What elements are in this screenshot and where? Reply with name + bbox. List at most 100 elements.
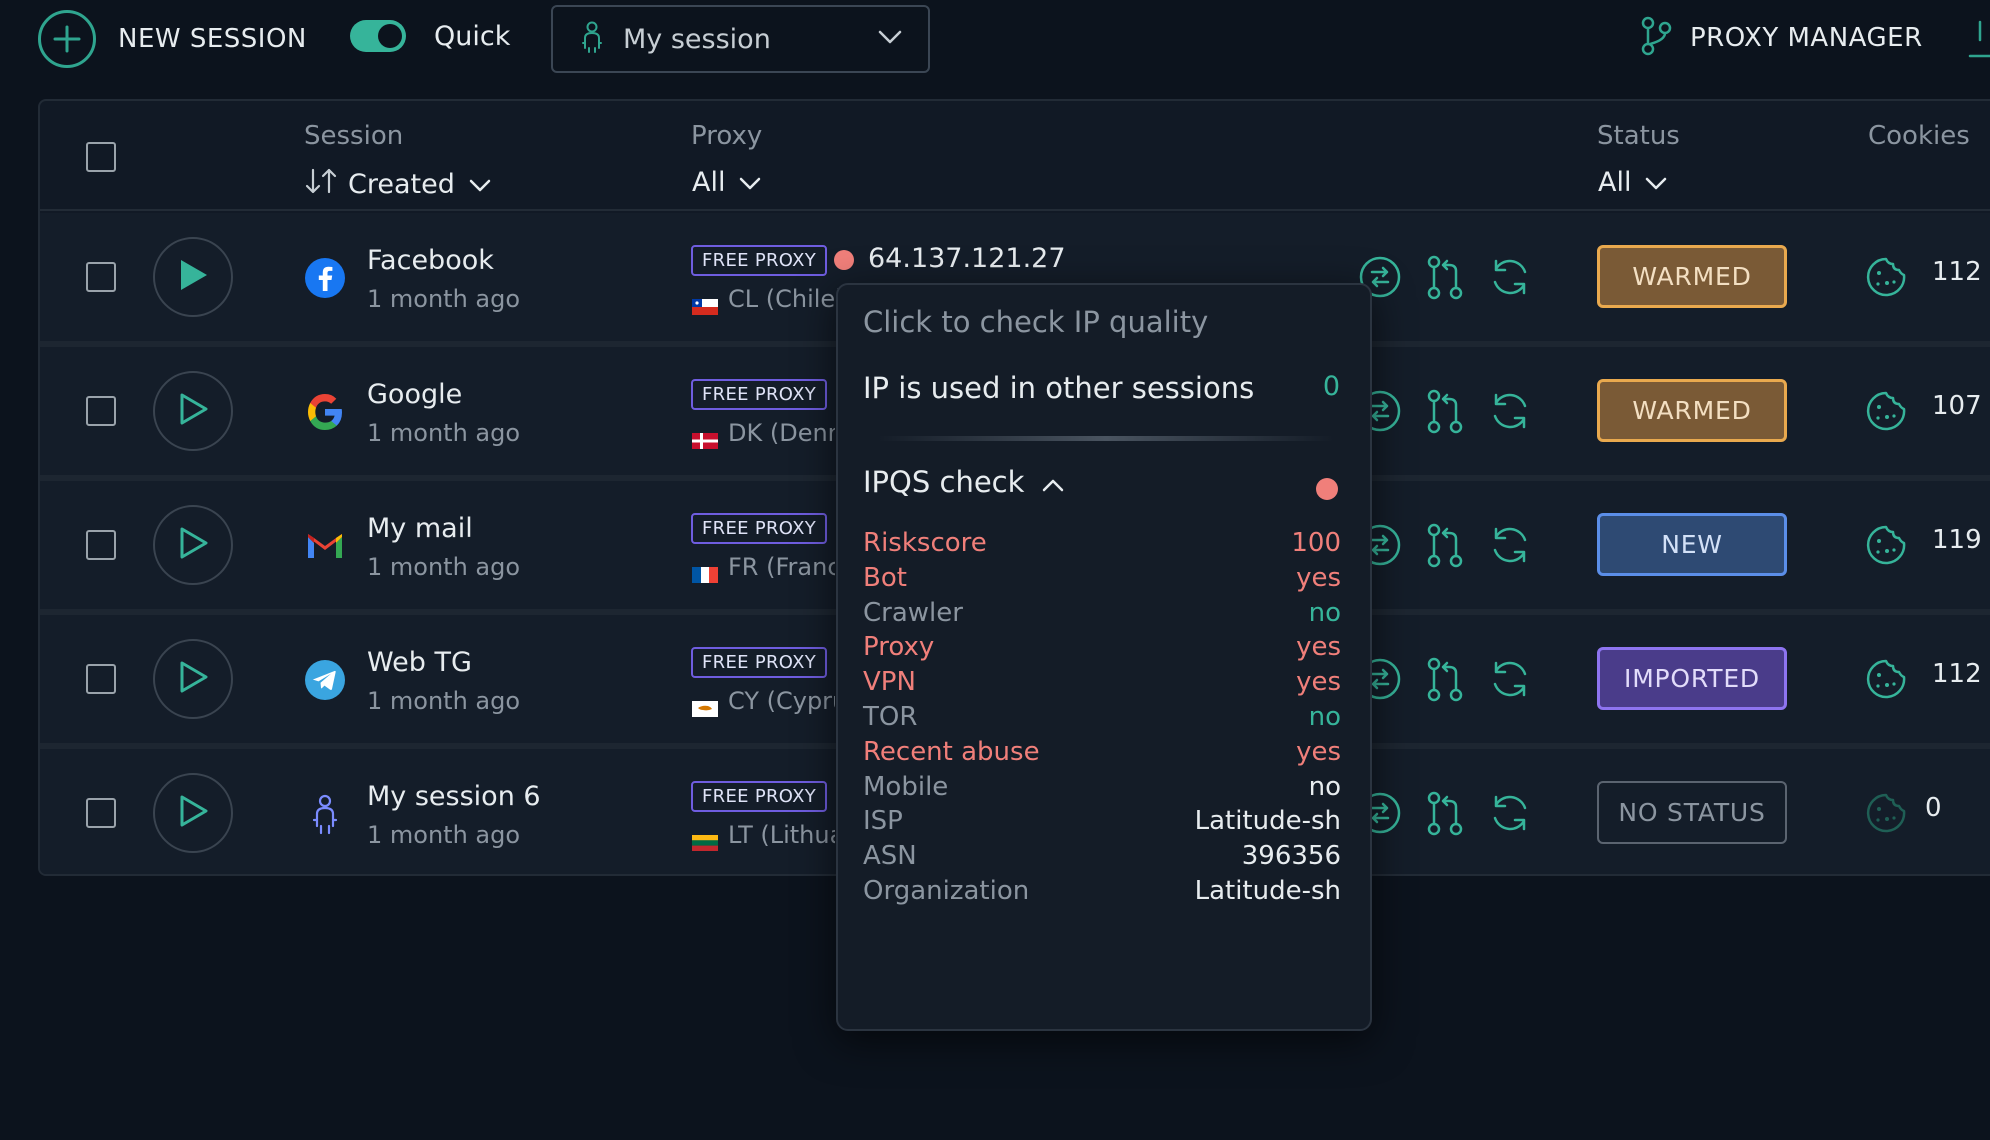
proxy-country-clip: LT (Lithuania) bbox=[680, 809, 835, 859]
sort-icon bbox=[304, 167, 338, 202]
ipqs-key: Bot bbox=[863, 562, 907, 593]
ipqs-label: IPQS check bbox=[863, 465, 1025, 499]
status-filter-dropdown[interactable]: All bbox=[1598, 167, 1667, 198]
session-name[interactable]: Web TG bbox=[367, 647, 472, 678]
play-button[interactable] bbox=[153, 639, 233, 719]
header-session: Session bbox=[304, 121, 404, 151]
refresh-icon[interactable] bbox=[1486, 655, 1534, 703]
refresh-icon[interactable] bbox=[1486, 521, 1534, 569]
ipqs-value: yes bbox=[1296, 667, 1341, 698]
ip-status-dot[interactable] bbox=[834, 250, 854, 270]
check-ip-quality-link[interactable]: Click to check IP quality bbox=[863, 305, 1208, 339]
ipqs-value: yes bbox=[1296, 562, 1341, 593]
cookie-icon[interactable] bbox=[1865, 256, 1907, 298]
proxy-manager-button[interactable]: PROXY MANAGER bbox=[1640, 16, 1923, 60]
session-time: 1 month ago bbox=[367, 285, 521, 313]
ipqs-key: VPN bbox=[863, 667, 916, 698]
select-all-checkbox[interactable] bbox=[86, 142, 116, 172]
header-cookies: Cookies bbox=[1868, 121, 1970, 151]
proxy-ip[interactable]: 64.137.121.27 bbox=[868, 243, 1066, 274]
session-select-value: My session bbox=[623, 23, 771, 55]
person-icon bbox=[581, 21, 603, 57]
ipqs-value: no bbox=[1308, 597, 1341, 628]
proxy-country: LT (Lithuania) bbox=[728, 821, 835, 849]
proxy-filter-dropdown[interactable]: All bbox=[692, 167, 761, 198]
play-button[interactable] bbox=[153, 237, 233, 317]
ipqs-value: 100 bbox=[1291, 528, 1341, 558]
ipqs-value: yes bbox=[1296, 632, 1341, 663]
cookie-count: 112 bbox=[1932, 257, 1982, 287]
ip-used-label: IP is used in other sessions bbox=[863, 371, 1255, 405]
git-compare-icon[interactable] bbox=[1421, 789, 1469, 837]
ipqs-status-dot bbox=[1316, 478, 1338, 500]
row-checkbox[interactable] bbox=[86, 530, 116, 560]
status-badge[interactable]: NEW bbox=[1597, 513, 1787, 576]
status-badge[interactable]: NO STATUS bbox=[1597, 781, 1787, 844]
popup-divider bbox=[878, 436, 1334, 441]
cookie-icon[interactable] bbox=[1865, 792, 1907, 834]
refresh-icon[interactable] bbox=[1486, 253, 1534, 301]
ip-used-count: 0 bbox=[1322, 371, 1340, 402]
session-time: 1 month ago bbox=[367, 553, 521, 581]
row-checkbox[interactable] bbox=[86, 396, 116, 426]
play-icon bbox=[176, 659, 210, 699]
row-checkbox[interactable] bbox=[86, 262, 116, 292]
session-name[interactable]: My session 6 bbox=[367, 781, 541, 812]
google-icon bbox=[304, 391, 346, 433]
refresh-icon[interactable] bbox=[1486, 387, 1534, 435]
row-checkbox[interactable] bbox=[86, 664, 116, 694]
chevron-down-icon bbox=[878, 29, 902, 49]
play-button[interactable] bbox=[153, 505, 233, 585]
ipqs-key: Recent abuse bbox=[863, 736, 1040, 767]
play-button[interactable] bbox=[153, 773, 233, 853]
free-proxy-tag: FREE PROXY bbox=[691, 379, 828, 410]
proxy-manager-label: PROXY MANAGER bbox=[1690, 23, 1923, 53]
cookie-icon[interactable] bbox=[1865, 658, 1907, 700]
git-compare-icon[interactable] bbox=[1421, 521, 1469, 569]
row-checkbox[interactable] bbox=[86, 798, 116, 828]
session-name[interactable]: Google bbox=[367, 379, 462, 410]
proxy-country: CL (Chile) bbox=[728, 285, 845, 313]
session-name[interactable]: Facebook bbox=[367, 245, 494, 276]
header-status: Status bbox=[1597, 121, 1680, 151]
free-proxy-tag: FREE PROXY bbox=[691, 647, 828, 678]
status-filter-label: All bbox=[1598, 167, 1632, 198]
git-compare-icon[interactable] bbox=[1421, 655, 1469, 703]
quick-toggle-group: Quick bbox=[350, 20, 510, 52]
ipqs-key: TOR bbox=[863, 702, 918, 732]
plus-icon bbox=[38, 10, 96, 68]
add-user-icon[interactable] bbox=[1968, 18, 1990, 64]
play-icon bbox=[176, 793, 210, 833]
ipqs-key: Mobile bbox=[863, 771, 949, 802]
new-session-button[interactable]: NEW SESSION bbox=[38, 10, 307, 68]
play-button[interactable] bbox=[153, 371, 233, 451]
cookie-count: 119 bbox=[1932, 525, 1982, 555]
session-select[interactable]: My session bbox=[551, 5, 930, 73]
free-proxy-tag: FREE PROXY bbox=[691, 513, 828, 544]
ipqs-key: Crawler bbox=[863, 597, 963, 628]
ipqs-check-toggle[interactable]: IPQS check bbox=[863, 465, 1064, 499]
git-compare-icon[interactable] bbox=[1421, 253, 1469, 301]
quick-toggle[interactable] bbox=[350, 20, 406, 52]
sort-created-dropdown[interactable]: Created bbox=[304, 167, 491, 202]
proxy-filter-label: All bbox=[692, 167, 726, 198]
git-compare-icon[interactable] bbox=[1421, 387, 1469, 435]
ipqs-key: ASN bbox=[863, 841, 917, 872]
refresh-icon[interactable] bbox=[1486, 789, 1534, 837]
session-name[interactable]: My mail bbox=[367, 513, 473, 544]
status-badge[interactable]: IMPORTED bbox=[1597, 647, 1787, 710]
ipqs-row: Organization Latitude-sh bbox=[863, 876, 1341, 916]
status-badge[interactable]: WARMED bbox=[1597, 245, 1787, 308]
top-bar: NEW SESSION Quick My session PROXY MANAG… bbox=[0, 0, 1990, 80]
toggle-knob bbox=[378, 24, 402, 48]
ipqs-key: ISP bbox=[863, 806, 903, 837]
ipqs-value: no bbox=[1308, 702, 1341, 732]
ipqs-value: Latitude-sh bbox=[1194, 806, 1341, 837]
cookie-icon[interactable] bbox=[1865, 524, 1907, 566]
quick-label: Quick bbox=[434, 20, 511, 52]
cookie-icon[interactable] bbox=[1865, 390, 1907, 432]
chevron-down-icon bbox=[1645, 167, 1667, 198]
cookie-count: 112 bbox=[1932, 659, 1982, 689]
header-proxy: Proxy bbox=[691, 121, 763, 151]
status-badge[interactable]: WARMED bbox=[1597, 379, 1787, 442]
